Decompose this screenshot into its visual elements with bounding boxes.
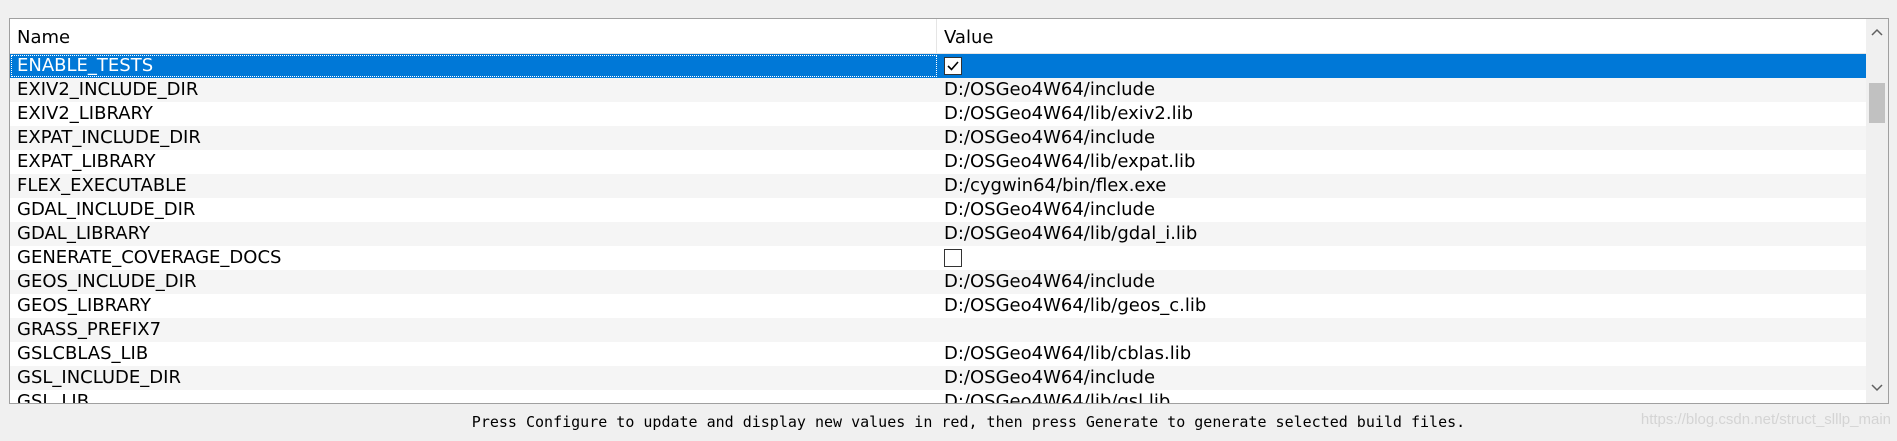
vertical-scrollbar[interactable]	[1866, 19, 1888, 403]
variable-name: GEOS_LIBRARY	[17, 295, 152, 316]
table-row[interactable]: EXIV2_INCLUDE_DIR D:/OSGeo4W64/include	[10, 78, 1866, 102]
table-row[interactable]: FLEX_EXECUTABLE D:/cygwin64/bin/flex.exe	[10, 174, 1866, 198]
variable-name: ENABLE_TESTS	[11, 55, 937, 77]
column-header-name[interactable]: Name	[10, 19, 937, 53]
checkmark-icon	[947, 61, 959, 71]
variable-name: FLEX_EXECUTABLE	[17, 175, 187, 196]
variable-value[interactable]: D:/OSGeo4W64/include	[944, 126, 1859, 150]
table-row[interactable]: GDAL_INCLUDE_DIR D:/OSGeo4W64/include	[10, 198, 1866, 222]
variable-value[interactable]: D:/OSGeo4W64/lib/gdal_i.lib	[944, 222, 1859, 246]
variable-value[interactable]: D:/OSGeo4W64/include	[944, 198, 1859, 222]
table-row[interactable]: GSL_INCLUDE_DIR D:/OSGeo4W64/include	[10, 366, 1866, 390]
variable-value[interactable]: D:/OSGeo4W64/include	[944, 270, 1859, 294]
table-row[interactable]: GEOS_LIBRARY D:/OSGeo4W64/lib/geos_c.lib	[10, 294, 1866, 318]
table-header: Name Value	[10, 19, 1866, 54]
variable-value[interactable]: D:/OSGeo4W64/lib/cblas.lib	[944, 342, 1859, 366]
variable-value[interactable]: D:/cygwin64/bin/flex.exe	[944, 174, 1859, 198]
value-checkbox[interactable]	[944, 249, 962, 267]
variable-name: GSL_INCLUDE_DIR	[17, 367, 181, 388]
variable-name: EXIV2_INCLUDE_DIR	[17, 79, 199, 100]
chevron-down-icon[interactable]	[1866, 377, 1888, 399]
variable-name: GSL_LIB	[17, 391, 90, 403]
variable-name: GDAL_LIBRARY	[17, 223, 150, 244]
table-row[interactable]: ENABLE_TESTS	[10, 54, 1866, 78]
variable-name: GENERATE_COVERAGE_DOCS	[17, 247, 282, 268]
variable-name: GEOS_INCLUDE_DIR	[17, 271, 197, 292]
variable-value[interactable]	[944, 318, 1859, 342]
cache-variables-table: Name Value ENABLE_TESTS EXIV2_INCLUDE_DIR…	[9, 18, 1889, 404]
table-row[interactable]: GENERATE_COVERAGE_DOCS	[10, 246, 1866, 270]
variable-name: GRASS_PREFIX7	[17, 319, 162, 340]
table-row[interactable]: EXPAT_LIBRARY D:/OSGeo4W64/lib/expat.lib	[10, 150, 1866, 174]
variable-value[interactable]: D:/OSGeo4W64/lib/geos_c.lib	[944, 294, 1859, 318]
variable-name: GDAL_INCLUDE_DIR	[17, 199, 196, 220]
table-row[interactable]: GSL_LIB D:/OSGeo4W64/lib/gsl.lib	[10, 390, 1866, 403]
variable-name: EXIV2_LIBRARY	[17, 103, 153, 124]
variable-value[interactable]: D:/OSGeo4W64/lib/exiv2.lib	[944, 102, 1859, 126]
variable-name: EXPAT_LIBRARY	[17, 151, 156, 172]
variable-value[interactable]: D:/OSGeo4W64/include	[944, 78, 1859, 102]
table-row[interactable]: GEOS_INCLUDE_DIR D:/OSGeo4W64/include	[10, 270, 1866, 294]
table-row[interactable]: EXPAT_INCLUDE_DIR D:/OSGeo4W64/include	[10, 126, 1866, 150]
variable-value[interactable]: D:/OSGeo4W64/lib/expat.lib	[944, 150, 1859, 174]
scrollbar-thumb[interactable]	[1869, 83, 1885, 123]
chevron-up-icon[interactable]	[1866, 21, 1888, 43]
table-row[interactable]: GRASS_PREFIX7	[10, 318, 1866, 342]
table-row[interactable]: EXIV2_LIBRARY D:/OSGeo4W64/lib/exiv2.lib	[10, 102, 1866, 126]
table-row[interactable]: GSLCBLAS_LIB D:/OSGeo4W64/lib/cblas.lib	[10, 342, 1866, 366]
watermark: https://blog.csdn.net/struct_slllp_main	[1640, 411, 1891, 428]
status-message: Press Configure to update and display ne…	[471, 413, 1466, 431]
variable-name: GSLCBLAS_LIB	[17, 343, 149, 364]
value-checkbox[interactable]	[944, 57, 962, 75]
table-row[interactable]: GDAL_LIBRARY D:/OSGeo4W64/lib/gdal_i.lib	[10, 222, 1866, 246]
variable-value[interactable]: D:/OSGeo4W64/include	[944, 366, 1859, 390]
variable-name: EXPAT_INCLUDE_DIR	[17, 127, 201, 148]
table-body: ENABLE_TESTS EXIV2_INCLUDE_DIR D:/OSGeo4W6…	[10, 54, 1866, 403]
column-header-value[interactable]: Value	[937, 19, 1866, 53]
variable-value[interactable]: D:/OSGeo4W64/lib/gsl.lib	[944, 390, 1859, 403]
